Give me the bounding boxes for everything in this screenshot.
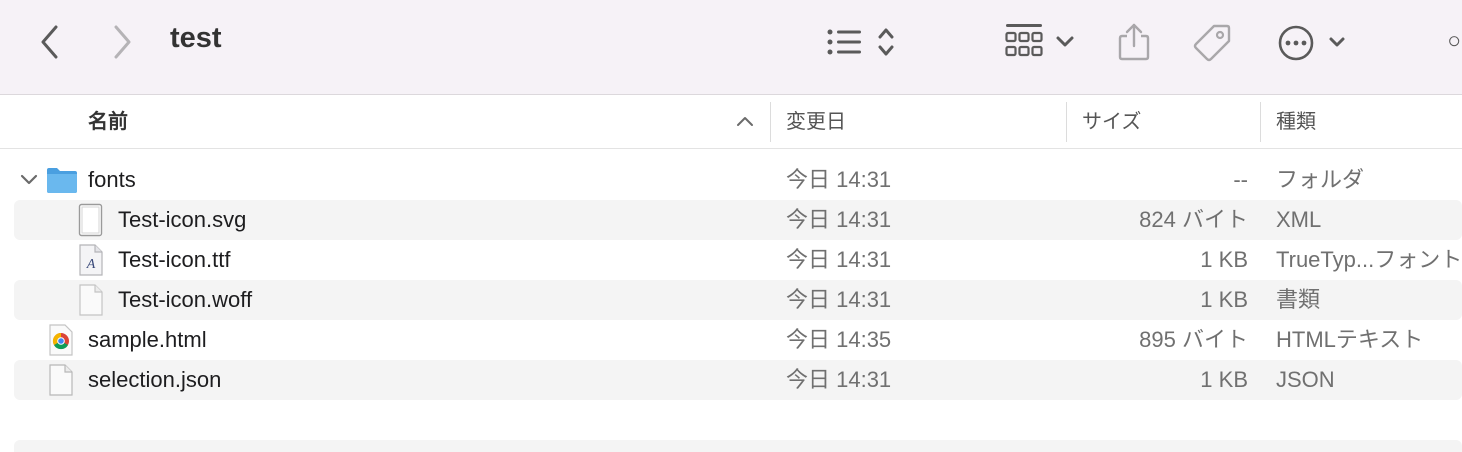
column-modified[interactable]: 変更日 — [786, 96, 846, 149]
file-kind: TrueTyp...フォント — [1276, 247, 1462, 272]
column-header: 名前 変更日 サイズ 種類 — [0, 96, 1462, 149]
svg-file-icon — [78, 203, 103, 237]
view-options-button[interactable] — [822, 22, 902, 62]
file-kind: フォルダ — [1276, 167, 1365, 192]
tag-icon — [1193, 24, 1231, 62]
file-name: sample.html — [88, 327, 207, 352]
search-icon — [1449, 36, 1460, 47]
file-modified: 今日 14:31 — [786, 247, 892, 272]
svg-text:A: A — [86, 257, 96, 272]
forward-button[interactable] — [102, 22, 142, 62]
file-modified: 今日 14:31 — [786, 167, 892, 192]
file-kind: 書類 — [1276, 287, 1321, 312]
file-kind: HTMLテキスト — [1276, 327, 1424, 352]
file-size: 1 KB — [1200, 367, 1248, 392]
tag-button[interactable] — [1190, 20, 1234, 64]
chrome-html-icon — [49, 324, 73, 356]
file-size: 824 バイト — [1139, 207, 1248, 232]
document-icon — [49, 364, 73, 396]
file-modified: 今日 14:31 — [786, 287, 892, 312]
group-button[interactable] — [1000, 22, 1080, 62]
chevron-right-icon — [114, 25, 131, 59]
ellipsis-circle-icon — [1278, 25, 1345, 61]
disclosure-chevron-down-icon[interactable] — [20, 172, 38, 188]
more-button[interactable] — [1276, 20, 1352, 64]
file-name: selection.json — [88, 367, 222, 392]
column-divider[interactable] — [1260, 102, 1261, 142]
document-icon — [79, 284, 103, 316]
column-kind[interactable]: 種類 — [1276, 96, 1316, 149]
font-file-icon: A — [79, 244, 103, 276]
file-modified: 今日 14:31 — [786, 207, 892, 232]
file-row-fonts[interactable]: fonts 今日 14:31 -- フォルダ — [14, 160, 1462, 200]
share-button[interactable] — [1114, 20, 1154, 64]
sort-ascending-icon[interactable] — [736, 112, 754, 130]
share-icon — [1118, 23, 1150, 61]
file-modified: 今日 14:35 — [786, 327, 892, 352]
file-row-test-icon-svg[interactable]: Test-icon.svg 今日 14:31 824 バイト XML — [14, 200, 1462, 240]
file-row-test-icon-woff[interactable]: Test-icon.woff 今日 14:31 1 KB 書類 — [14, 280, 1462, 320]
back-button[interactable] — [30, 22, 70, 62]
grid-view-icon — [1005, 24, 1074, 57]
toolbar: test — [0, 0, 1462, 95]
file-size: 1 KB — [1200, 287, 1248, 312]
file-size: 1 KB — [1200, 247, 1248, 272]
file-modified: 今日 14:31 — [786, 367, 892, 392]
folder-icon — [47, 168, 77, 193]
file-row-test-icon-ttf[interactable]: A Test-icon.ttf 今日 14:31 1 KB TrueTyp...… — [14, 240, 1462, 280]
column-size[interactable]: サイズ — [1082, 96, 1141, 149]
file-name: fonts — [88, 167, 136, 192]
file-size: 895 バイト — [1139, 327, 1248, 352]
file-name: Test-icon.svg — [118, 207, 247, 232]
chevron-left-icon — [41, 25, 58, 59]
file-name: Test-icon.ttf — [118, 247, 231, 272]
column-name[interactable]: 名前 — [88, 96, 128, 149]
list-view-icon — [827, 28, 894, 56]
file-row-selection-json[interactable]: selection.json 今日 14:31 1 KB JSON — [14, 360, 1462, 400]
window-title: test — [170, 22, 222, 54]
file-kind: JSON — [1276, 367, 1335, 392]
column-divider[interactable] — [1066, 102, 1067, 142]
column-divider[interactable] — [770, 102, 771, 142]
file-size: -- — [1233, 167, 1248, 192]
file-kind: XML — [1276, 207, 1322, 232]
empty-row-stripe — [14, 440, 1462, 452]
file-name: Test-icon.woff — [118, 287, 253, 312]
search-button[interactable] — [1448, 22, 1462, 62]
file-row-sample-html[interactable]: sample.html 今日 14:35 895 バイト HTMLテキスト — [14, 320, 1462, 360]
